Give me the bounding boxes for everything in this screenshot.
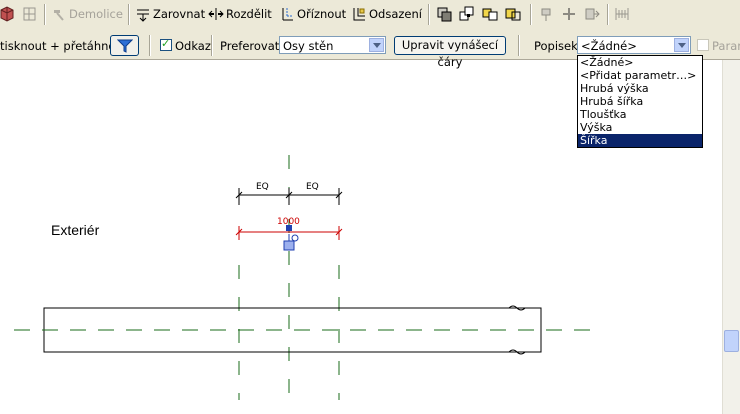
rotate-icon[interactable] [505, 5, 521, 23]
main-toolbar: Demolice Zarovnat Rozdělit Oříznout Odsa… [0, 0, 740, 32]
room-label: Exteriér [51, 222, 100, 238]
dropdown-item[interactable]: Hrubá šířka [578, 95, 702, 108]
oriznout-label: Oříznout [297, 7, 347, 21]
upravit-vynaseci-cary-button[interactable]: Upravit vynášecí čáry [394, 36, 506, 69]
popisek-value: <Žádné> [581, 39, 637, 53]
lock-icon[interactable] [283, 240, 295, 251]
odsazeni-label: Odsazení [369, 7, 422, 21]
popisek-select[interactable]: <Žádné> [577, 36, 691, 54]
lock-shackle-icon [291, 234, 299, 242]
toolbar-separator [607, 4, 609, 25]
vertical-scrollbar[interactable] [722, 60, 740, 414]
pin-icon[interactable] [538, 5, 554, 23]
preferovat-label: Preferovat: [220, 39, 284, 53]
odkaz-label: Odkaz [175, 39, 211, 53]
dropdown-item[interactable]: Hrubá výška [578, 82, 702, 95]
rozdelit-button[interactable]: Rozdělit [208, 5, 272, 23]
copy-group-icon[interactable] [436, 5, 452, 23]
split-face-icon[interactable] [22, 5, 38, 23]
param-label: Param [712, 39, 740, 53]
split-icon [208, 6, 224, 22]
cube-icon[interactable] [0, 5, 14, 23]
demolice-button[interactable]: Demolice [51, 5, 123, 23]
toolbar-separator [530, 4, 532, 25]
eq-left-label: EQ [256, 182, 269, 192]
mirror-icon[interactable] [482, 5, 498, 23]
offset-icon [351, 6, 367, 22]
zarovnat-label: Zarovnat [153, 7, 206, 21]
toolbar-separator [44, 4, 46, 25]
array-icon[interactable] [459, 5, 475, 23]
eq-dimension[interactable] [235, 188, 343, 205]
toolbar-separator [128, 4, 130, 25]
move-icon[interactable] [584, 5, 600, 23]
trim-icon [279, 6, 295, 22]
dropdown-item[interactable]: Výška [578, 121, 702, 134]
demolice-label: Demolice [69, 7, 123, 21]
zarovnat-button[interactable]: Zarovnat [135, 5, 205, 23]
align-icon [135, 6, 151, 22]
options-separator [149, 35, 151, 56]
scrollbar-thumb[interactable] [724, 330, 739, 352]
dimension-grip-icon[interactable] [286, 225, 292, 231]
measure-icon[interactable] [614, 5, 630, 23]
filter-label: tisknout + přetáhnout [0, 39, 128, 53]
oriznout-button[interactable]: Oříznout [279, 5, 346, 23]
hammer-icon [51, 6, 67, 22]
toolbar-separator [428, 4, 430, 25]
dropdown-item[interactable]: <Žádné> [578, 56, 702, 69]
chevron-down-icon[interactable] [369, 38, 384, 52]
filter-button[interactable] [110, 35, 139, 56]
popisek-dropdown-list[interactable]: <Žádné> <Přidat parametr…> Hrubá výška H… [577, 55, 703, 148]
popisek-label: Popisek: [534, 39, 582, 53]
odkaz-checkbox[interactable] [160, 37, 172, 51]
odsazeni-button[interactable]: Odsazení [351, 5, 422, 23]
preferovat-select[interactable]: Osy stěn [279, 36, 386, 54]
rozdelit-label: Rozdělit [226, 7, 272, 21]
options-separator [211, 35, 213, 56]
dropdown-item[interactable]: Tloušťka [578, 108, 702, 121]
preferovat-value: Osy stěn [283, 39, 334, 53]
dropdown-item[interactable]: <Přidat parametr…> [578, 69, 702, 82]
eq-right-label: EQ [306, 182, 319, 192]
filter-icon [116, 38, 134, 59]
unpin-icon[interactable] [561, 5, 577, 23]
options-separator [518, 35, 520, 56]
param-checkbox[interactable] [697, 39, 709, 51]
dropdown-item-selected[interactable]: Šířka [578, 134, 702, 147]
chevron-down-icon[interactable] [674, 38, 689, 52]
